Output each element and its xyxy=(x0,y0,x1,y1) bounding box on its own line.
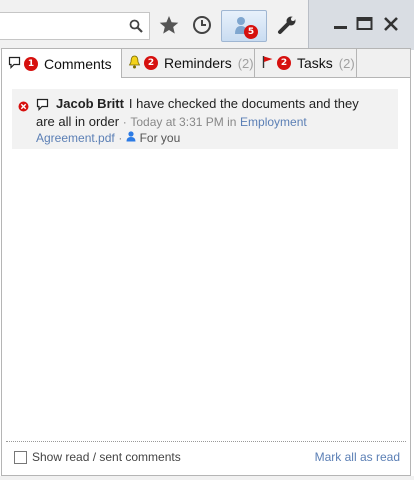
comment-author[interactable]: Jacob Britt xyxy=(56,96,124,111)
comment-line-3: Agreement.pdf · For you xyxy=(36,131,388,145)
separator: · xyxy=(122,115,127,129)
tab-label: Tasks xyxy=(297,55,333,71)
comment-item[interactable]: Jacob Britt I have checked the documents … xyxy=(12,89,398,149)
tab-comments[interactable]: 1 Comments xyxy=(2,49,122,78)
reminders-count-badge: 2 xyxy=(144,56,158,70)
minimize-icon[interactable] xyxy=(331,14,351,34)
speech-bubble-icon xyxy=(36,98,49,116)
tab-tasks[interactable]: 2 Tasks (2) xyxy=(255,49,357,77)
tab-bar: 1 Comments 2 Reminders (2) 2 Tasks (2) xyxy=(2,49,410,78)
footer-divider xyxy=(6,441,406,442)
comment-text: are all in order xyxy=(36,114,120,129)
star-icon[interactable] xyxy=(158,14,182,38)
flag-icon xyxy=(261,55,274,72)
comment-line-2: are all in order · Today at 3:31 PM in E… xyxy=(36,113,388,131)
comment-line-1: Jacob Britt I have checked the documents … xyxy=(56,95,388,113)
comments-panel: 1 Comments 2 Reminders (2) 2 Tasks (2) J… xyxy=(1,48,411,476)
show-read-checkbox[interactable] xyxy=(14,451,27,464)
tab-reminders[interactable]: 2 Reminders (2) xyxy=(122,49,255,77)
tab-label: Reminders xyxy=(164,55,232,71)
wrench-icon[interactable] xyxy=(276,14,300,38)
tab-label: Comments xyxy=(44,55,112,72)
tasks-count-badge: 2 xyxy=(277,56,291,70)
mark-all-read-link[interactable]: Mark all as read xyxy=(315,450,400,464)
comment-text: I have checked the documents and they xyxy=(128,96,359,111)
history-clock-icon[interactable] xyxy=(191,14,215,38)
extension-button[interactable]: 5 xyxy=(221,10,267,42)
show-read-label[interactable]: Show read / sent comments xyxy=(32,450,181,464)
bell-icon xyxy=(128,55,141,72)
recipient-label: For you xyxy=(139,131,181,145)
speech-bubble-icon xyxy=(8,56,21,72)
panel-footer: Show read / sent comments Mark all as re… xyxy=(2,445,410,475)
browser-toolbar: 5 xyxy=(0,0,414,50)
close-icon[interactable] xyxy=(381,14,401,34)
reminders-total: (2) xyxy=(237,55,254,71)
window-controls xyxy=(308,0,414,50)
address-bar[interactable] xyxy=(0,12,150,40)
delete-icon[interactable] xyxy=(18,99,29,117)
search-icon[interactable] xyxy=(129,19,143,36)
extension-badge: 5 xyxy=(244,25,258,39)
attachment-link[interactable]: Employment xyxy=(240,115,307,129)
tasks-total: (2) xyxy=(338,55,355,71)
user-icon xyxy=(126,130,140,145)
comments-count-badge: 1 xyxy=(24,56,38,71)
attachment-link[interactable]: Agreement.pdf xyxy=(36,131,115,145)
window-bottom-edge xyxy=(0,476,414,480)
maximize-icon[interactable] xyxy=(355,14,375,34)
comment-timestamp: Today at 3:31 PM in xyxy=(130,115,237,129)
separator: · xyxy=(118,131,123,145)
